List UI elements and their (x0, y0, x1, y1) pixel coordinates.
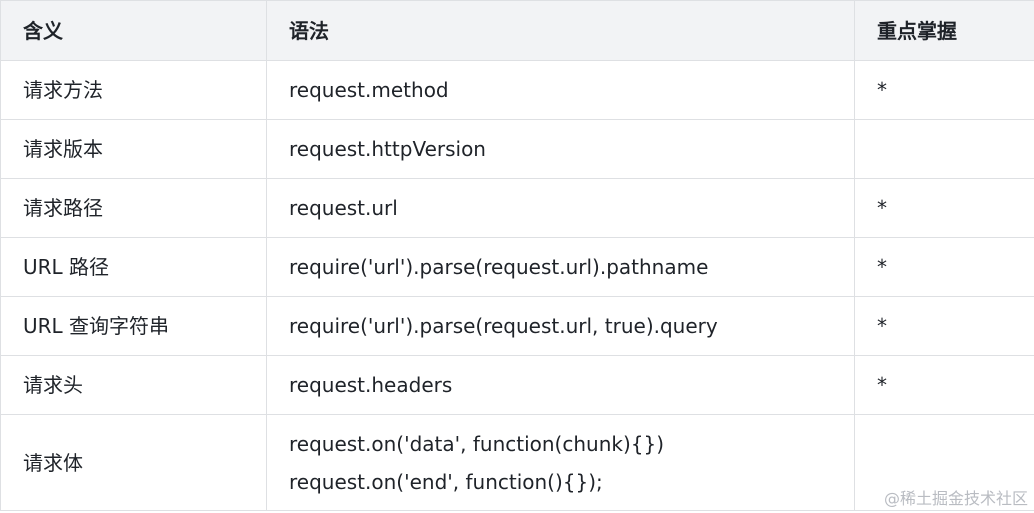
key-mark-cell: * (854, 237, 1034, 297)
syntax-cell: request.httpVersion (266, 119, 855, 179)
key-mark-cell (854, 119, 1034, 179)
table-row: 请求方法 request.method * (0, 60, 1034, 120)
meaning-cell: 请求头 (0, 355, 267, 415)
meaning-cell: URL 路径 (0, 237, 267, 297)
syntax-line: require('url').parse(request.url).pathna… (289, 255, 709, 279)
header-syntax: 语法 (266, 0, 855, 61)
syntax-cell: request.url (266, 178, 855, 238)
syntax-line: request.url (289, 196, 398, 220)
watermark: @稀土掘金技术社区 (883, 489, 1028, 508)
api-reference-table: 含义 语法 重点掌握 请求方法 request.method * 请求版本 re… (0, 0, 1034, 511)
syntax-line: request.on('data', function(chunk){}) (289, 431, 665, 456)
table-row: 请求体 request.on('data', function(chunk){}… (0, 414, 1034, 511)
syntax-cell: request.headers (266, 355, 855, 415)
table-row: URL 路径 require('url').parse(request.url)… (0, 237, 1034, 297)
header-key-point: 重点掌握 (854, 0, 1034, 61)
table-row: 请求头 request.headers * (0, 355, 1034, 415)
table-header-row: 含义 语法 重点掌握 (0, 0, 1034, 61)
meaning-cell: 请求版本 (0, 119, 267, 179)
key-mark-cell: * (854, 178, 1034, 238)
header-meaning: 含义 (0, 0, 267, 61)
syntax-cell: require('url').parse(request.url, true).… (266, 296, 855, 356)
syntax-cell: request.on('data', function(chunk){}) re… (266, 414, 855, 511)
meaning-cell: URL 查询字符串 (0, 296, 267, 356)
syntax-line: require('url').parse(request.url, true).… (289, 314, 718, 338)
syntax-line: request.on('end', function(){}); (289, 469, 603, 494)
syntax-cell: require('url').parse(request.url).pathna… (266, 237, 855, 297)
syntax-line: request.headers (289, 373, 453, 397)
meaning-cell: 请求路径 (0, 178, 267, 238)
syntax-line: request.method (289, 78, 449, 102)
key-mark-cell: * (854, 60, 1034, 120)
meaning-cell: 请求方法 (0, 60, 267, 120)
key-mark-cell: * (854, 296, 1034, 356)
table-row: URL 查询字符串 require('url').parse(request.u… (0, 296, 1034, 356)
table-row: 请求路径 request.url * (0, 178, 1034, 238)
key-mark-cell: * (854, 355, 1034, 415)
syntax-cell: request.method (266, 60, 855, 120)
syntax-line: request.httpVersion (289, 137, 486, 161)
table-row: 请求版本 request.httpVersion (0, 119, 1034, 179)
meaning-cell: 请求体 (0, 414, 267, 511)
